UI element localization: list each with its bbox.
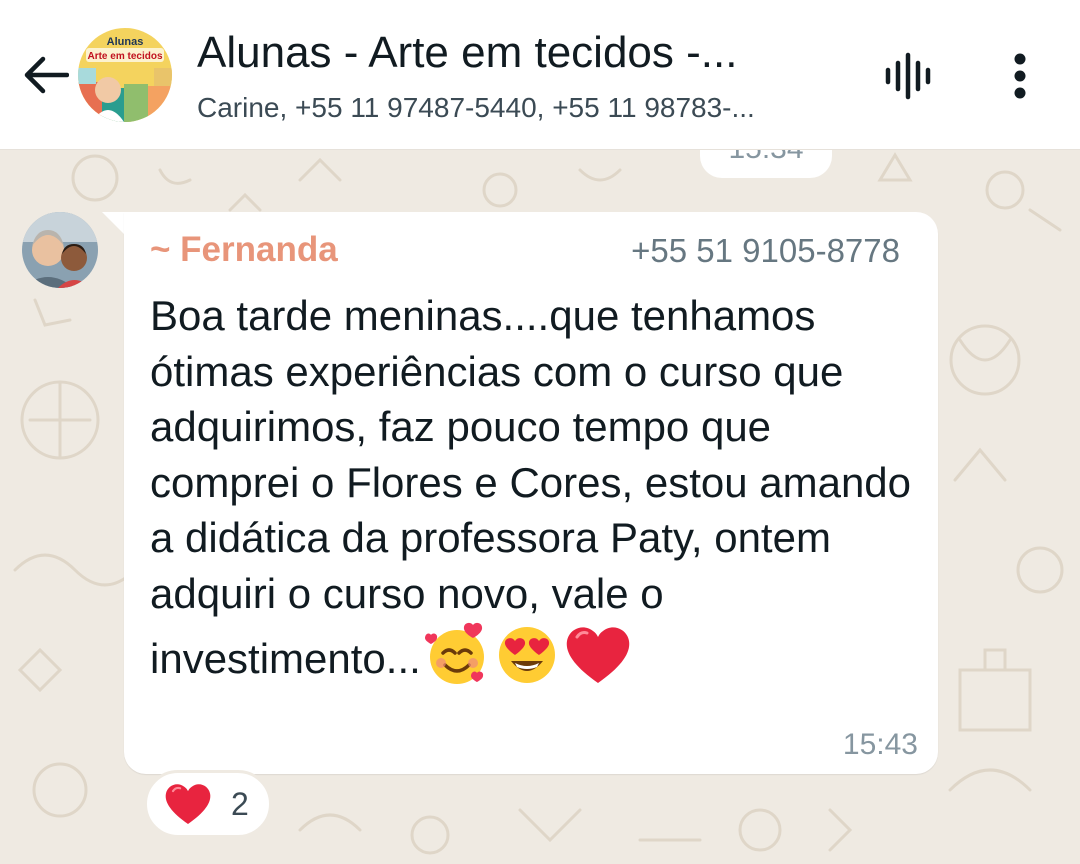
message-bubble[interactable]: ~ Fernanda +55 51 9105-8778 Boa tarde me…	[124, 212, 938, 774]
avatar-text-line-1: Alunas	[107, 36, 144, 48]
voice-chat-button[interactable]	[878, 48, 938, 104]
group-avatar[interactable]: Alunas Arte em tecidos	[78, 28, 172, 122]
chat-title[interactable]: Alunas - Arte em tecidos -...	[197, 28, 837, 78]
back-button[interactable]	[18, 50, 74, 100]
smiling-face-with-hearts-icon	[423, 621, 491, 703]
message-time: 15:43	[842, 728, 918, 761]
red-heart-icon	[563, 623, 633, 701]
avatar-text-line-2: Arte em tecidos	[87, 51, 162, 62]
more-options-button[interactable]	[995, 48, 1045, 104]
voice-chat-icon	[885, 52, 931, 100]
chat-area[interactable]: 15:34 ~ Fernanda +55 51 9105-8778 Boa ta…	[0, 150, 1080, 864]
chat-participants[interactable]: Carine, +55 11 97487-5440, +55 11 98783-…	[197, 92, 857, 124]
sender-name[interactable]: ~ Fernanda	[150, 230, 338, 270]
reaction-badge[interactable]: 2	[144, 770, 272, 838]
sender-phone: +55 51 9105-8778	[631, 232, 900, 269]
chat-header: Alunas Arte em tecidos Alunas - Arte em …	[0, 0, 1080, 150]
heart-eyes-face-icon	[493, 621, 561, 703]
reaction-count: 2	[231, 785, 249, 822]
previous-message-time: 15:34	[700, 150, 832, 178]
bubble-tail	[102, 212, 124, 234]
message-text: Boa tarde meninas....que tenhamos ótimas…	[150, 288, 920, 703]
sender-avatar[interactable]	[22, 212, 98, 288]
more-vertical-icon	[1014, 53, 1026, 99]
red-heart-icon	[165, 784, 211, 824]
arrow-left-icon	[24, 56, 69, 94]
